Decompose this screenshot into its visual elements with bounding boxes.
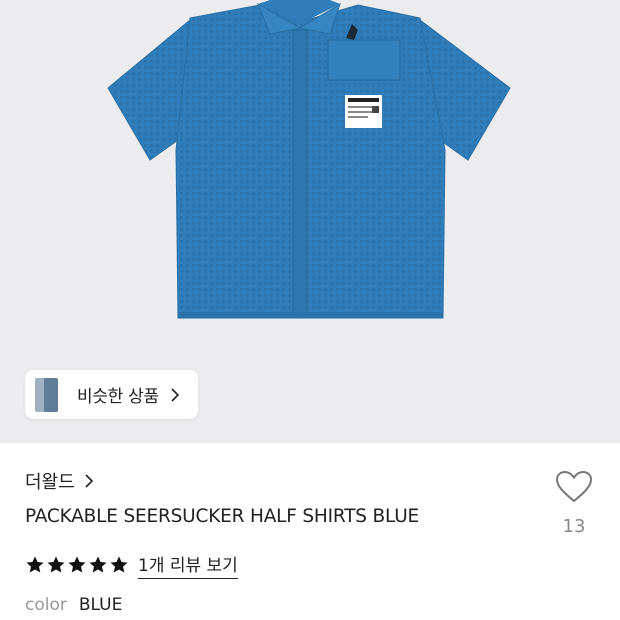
chevron-right-icon — [171, 387, 179, 402]
star-icon — [68, 556, 86, 573]
similar-products-button[interactable]: 비슷한 상품 — [25, 370, 198, 419]
like-button[interactable]: 13 — [549, 470, 599, 537]
star-icon — [110, 556, 128, 573]
color-row: color BLUE — [25, 595, 122, 615]
brand-name: 더왈드 — [25, 472, 75, 493]
color-label: color — [25, 595, 67, 615]
chevron-right-icon — [85, 474, 93, 488]
heart-outline-icon — [555, 470, 593, 503]
brand-link[interactable]: 더왈드 — [25, 468, 95, 494]
star-icon — [89, 556, 107, 573]
similar-products-thumbnails — [31, 370, 71, 419]
similar-thumb-2 — [44, 378, 58, 412]
rating-stars — [25, 555, 129, 575]
product-title: PACKABLE SEERSUCKER HALF SHIRTS BLUE — [25, 506, 420, 527]
similar-products-label: 비슷한 상품 — [77, 387, 159, 407]
product-image-area[interactable]: 비슷한 상품 — [0, 0, 620, 443]
rating-row: 1개 리뷰 보기 — [25, 551, 238, 579]
star-icon — [47, 556, 65, 573]
review-link[interactable]: 1개 리뷰 보기 — [138, 551, 238, 579]
like-count: 13 — [562, 516, 586, 537]
star-icon — [26, 556, 44, 573]
color-value: BLUE — [78, 595, 123, 615]
